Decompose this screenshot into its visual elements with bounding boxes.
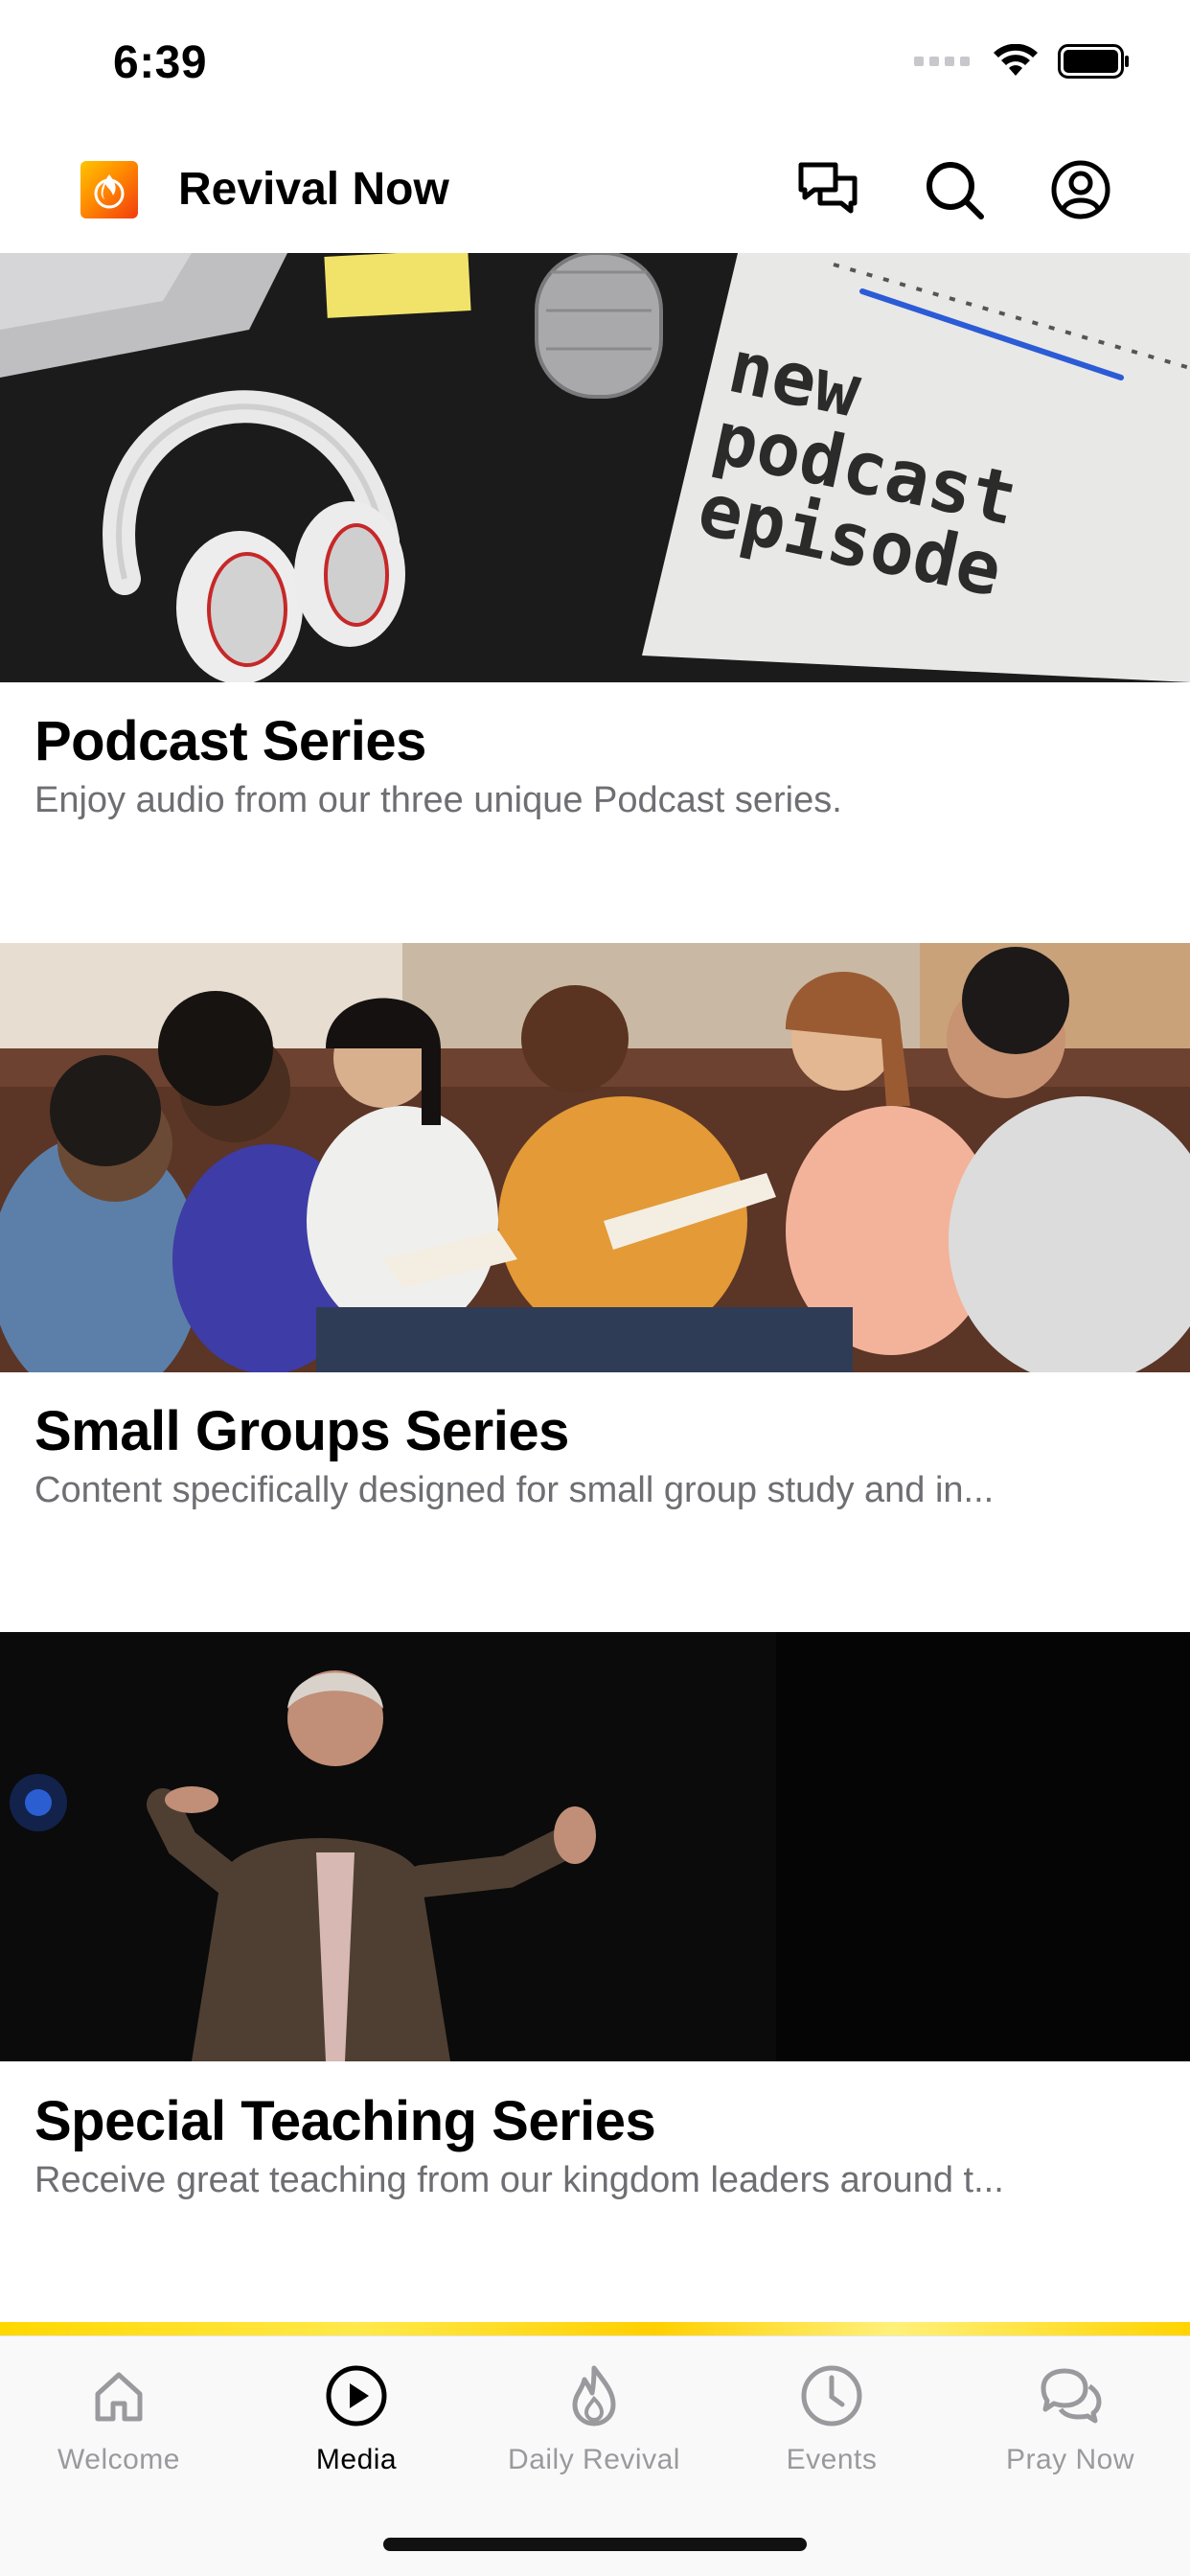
status-bar: 6:39 (0, 0, 1190, 126)
home-indicator[interactable] (383, 2538, 807, 2551)
chat-bubbles-icon (1036, 2361, 1105, 2430)
flame-icon (560, 2361, 629, 2430)
tab-bar-accent-strip (0, 2322, 1190, 2335)
flame-logo-icon (94, 174, 125, 209)
card-subtitle: Receive great teaching from our kingdom … (34, 2160, 1004, 2200)
search-button[interactable] (918, 153, 991, 226)
tab-label: Events (786, 2444, 878, 2475)
card-subtitle: Content specifically designed for small … (34, 1470, 995, 1510)
tab-pray-now[interactable]: Pray Now (950, 2350, 1190, 2484)
battery-icon (1058, 44, 1129, 79)
small-groups-series-image (0, 943, 1190, 1372)
chat-icon (798, 162, 858, 214)
card-title: Small Groups Series (34, 1400, 569, 1462)
tab-label: Daily Revival (508, 2444, 680, 2475)
tab-events[interactable]: Events (713, 2350, 950, 2484)
status-time: 6:39 (113, 37, 208, 88)
user-circle-icon (1051, 160, 1110, 219)
wifi-icon (994, 44, 1038, 76)
app-title: Revival Now (178, 164, 449, 215)
podcast-series-image: new podcast episode (0, 253, 1190, 682)
cellular-signal-icon (914, 57, 970, 66)
tab-welcome[interactable]: Welcome (0, 2350, 238, 2484)
home-icon (84, 2361, 153, 2430)
card-small-groups-series[interactable] (0, 943, 1190, 1372)
search-icon (927, 162, 984, 219)
clock-icon (797, 2361, 866, 2430)
messages-button[interactable] (791, 153, 864, 226)
tab-label: Pray Now (1005, 2444, 1135, 2475)
app-logo (80, 161, 138, 218)
card-title: Podcast Series (34, 710, 426, 772)
status-indicators (914, 44, 1131, 79)
special-teaching-series-image (0, 1632, 1190, 2061)
tab-media[interactable]: Media (238, 2350, 475, 2484)
tab-label: Welcome (57, 2444, 180, 2475)
tab-daily-revival[interactable]: Daily Revival (475, 2350, 713, 2484)
card-title: Special Teaching Series (34, 2090, 656, 2152)
profile-button[interactable] (1044, 153, 1117, 226)
card-subtitle: Enjoy audio from our three unique Podcas… (34, 780, 842, 820)
tab-label: Media (315, 2444, 398, 2475)
card-podcast-series[interactable]: new podcast episode (0, 253, 1190, 682)
play-circle-icon (322, 2361, 391, 2430)
card-special-teaching-series[interactable] (0, 1632, 1190, 2061)
